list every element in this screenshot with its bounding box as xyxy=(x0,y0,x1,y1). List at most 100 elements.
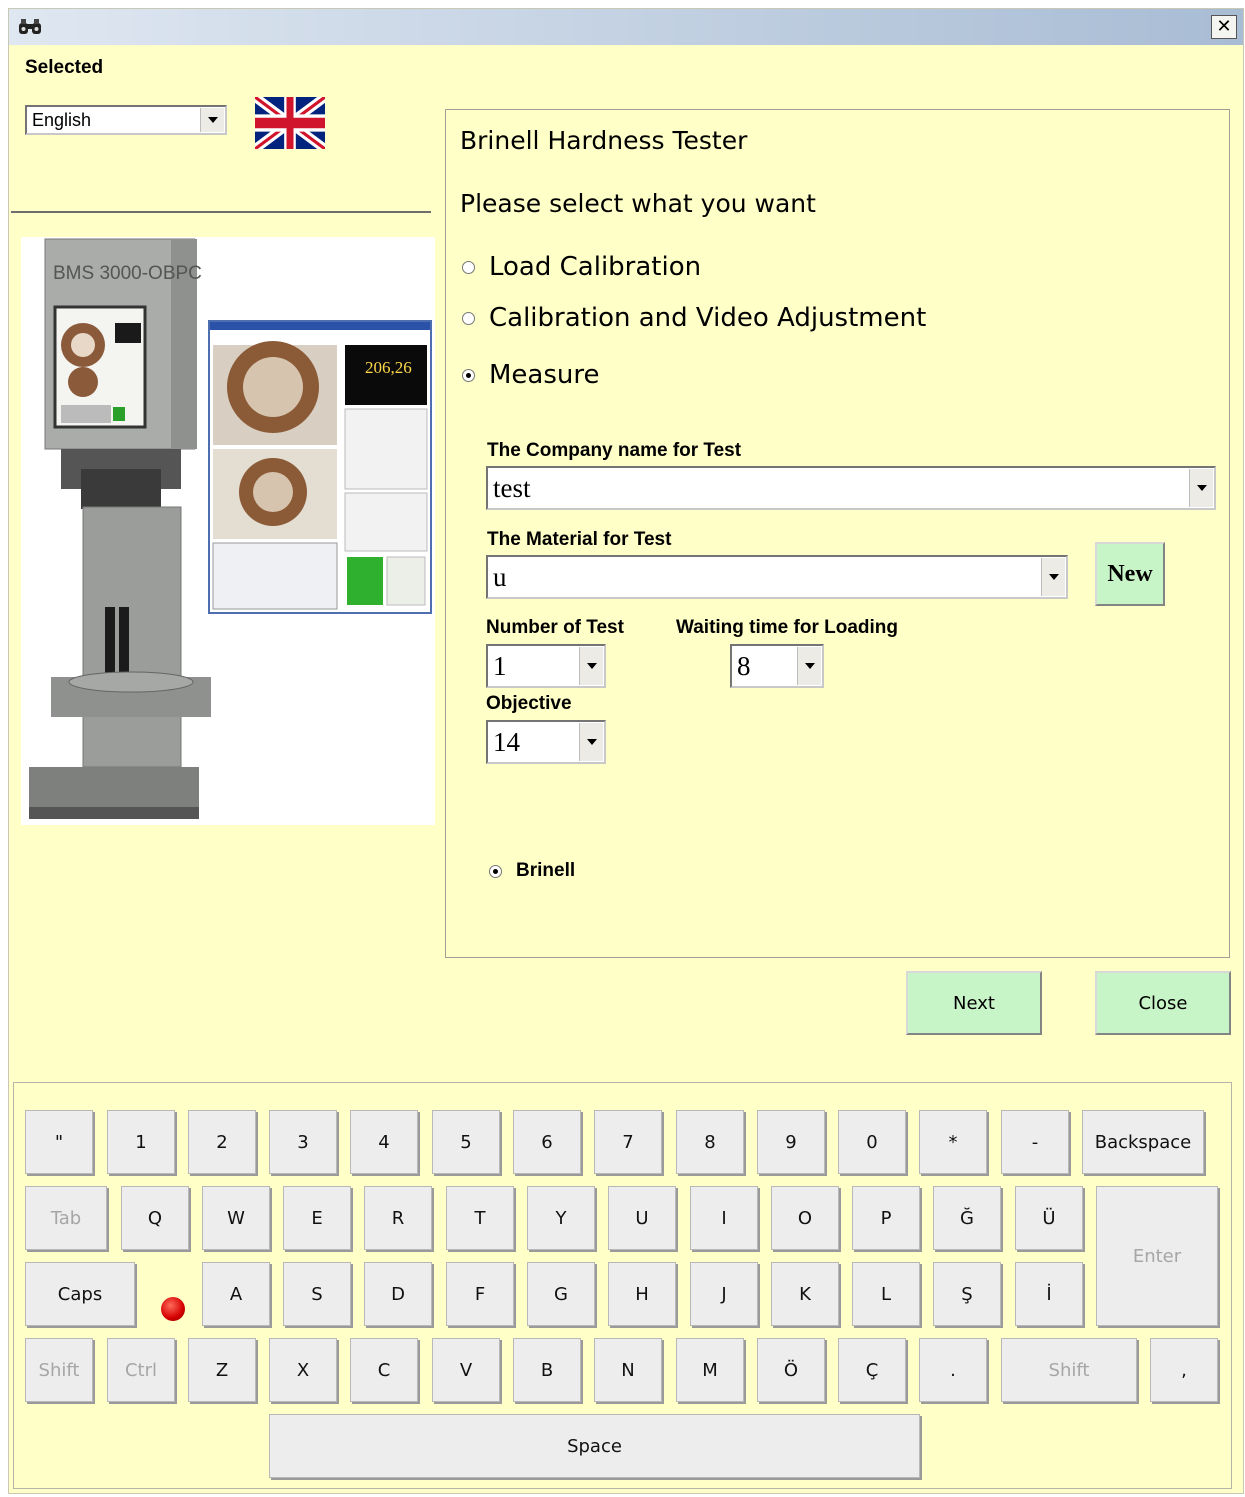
binoculars-icon xyxy=(19,19,41,34)
material-value: u xyxy=(493,561,507,592)
key-q[interactable]: Q xyxy=(121,1186,189,1250)
key-f[interactable]: F xyxy=(446,1262,514,1326)
chevron-down-icon[interactable] xyxy=(1041,558,1065,596)
key-u-umlaut[interactable]: Ü xyxy=(1015,1186,1083,1250)
close-button[interactable]: Close xyxy=(1095,971,1231,1035)
objective-value: 14 xyxy=(493,726,520,757)
key-minus[interactable]: - xyxy=(1001,1110,1069,1174)
key-z[interactable]: Z xyxy=(188,1338,256,1402)
language-select-value: English xyxy=(32,109,92,130)
key-caps[interactable]: Caps xyxy=(25,1262,135,1326)
key-ctrl[interactable]: Ctrl xyxy=(107,1338,175,1402)
key-0[interactable]: 0 xyxy=(838,1110,906,1174)
key-v[interactable]: V xyxy=(432,1338,500,1402)
window-close-button[interactable]: ✕ xyxy=(1211,15,1237,39)
waiting-time-select[interactable]: 8 xyxy=(730,644,824,688)
key-c-cedilla[interactable]: Ç xyxy=(838,1338,906,1402)
key-1[interactable]: 1 xyxy=(107,1110,175,1174)
panel-title: Brinell Hardness Tester xyxy=(460,126,748,155)
key-9[interactable]: 9 xyxy=(757,1110,825,1174)
chevron-down-icon[interactable] xyxy=(797,647,821,685)
key-enter[interactable]: Enter xyxy=(1096,1186,1218,1326)
key-backspace[interactable]: Backspace xyxy=(1082,1110,1204,1174)
radio-brinell[interactable]: Brinell xyxy=(489,860,575,882)
number-of-test-label: Number of Test xyxy=(486,617,624,638)
objective-select[interactable]: 14 xyxy=(486,720,606,764)
radio-circle-selected[interactable] xyxy=(462,368,475,382)
key-w[interactable]: W xyxy=(202,1186,270,1250)
radio-measure[interactable]: Measure xyxy=(462,360,600,390)
model-text: BMS 3000-OBPC xyxy=(53,263,202,284)
options-panel: Brinell Hardness Tester Please select wh… xyxy=(445,109,1230,958)
chevron-down-icon[interactable] xyxy=(1189,469,1213,507)
key-g[interactable]: G xyxy=(527,1262,595,1326)
key-7[interactable]: 7 xyxy=(594,1110,662,1174)
key-shift-left[interactable]: Shift xyxy=(25,1338,93,1402)
key-o[interactable]: O xyxy=(771,1186,839,1250)
radio-load-calibration[interactable]: Load Calibration xyxy=(462,252,701,282)
language-select[interactable]: English xyxy=(25,105,227,135)
key-u[interactable]: U xyxy=(608,1186,676,1250)
key-y[interactable]: Y xyxy=(527,1186,595,1250)
key-s-cedilla[interactable]: Ş xyxy=(933,1262,1001,1326)
key-2[interactable]: 2 xyxy=(188,1110,256,1174)
uk-flag-icon xyxy=(255,97,325,149)
key-k[interactable]: K xyxy=(771,1262,839,1326)
number-of-test-select[interactable]: 1 xyxy=(486,644,606,688)
material-label: The Material for Test xyxy=(487,529,672,550)
key-4[interactable]: 4 xyxy=(350,1110,418,1174)
key-n[interactable]: N xyxy=(594,1338,662,1402)
key-a[interactable]: A xyxy=(202,1262,270,1326)
radio-load-calibration-label: Load Calibration xyxy=(489,252,702,282)
chevron-down-icon[interactable] xyxy=(579,723,603,761)
radio-circle[interactable] xyxy=(462,311,475,325)
key-space[interactable]: Space xyxy=(269,1414,920,1478)
key-period[interactable]: . xyxy=(919,1338,987,1402)
chevron-down-icon[interactable] xyxy=(579,647,603,685)
chevron-down-icon[interactable] xyxy=(200,108,224,132)
waiting-time-label: Waiting time for Loading xyxy=(676,617,898,638)
number-of-test-value: 1 xyxy=(493,650,507,681)
key-o-umlaut[interactable]: Ö xyxy=(757,1338,825,1402)
key-e[interactable]: E xyxy=(283,1186,351,1250)
key-quote[interactable]: " xyxy=(25,1110,93,1174)
key-3[interactable]: 3 xyxy=(269,1110,337,1174)
title-bar: ✕ xyxy=(9,9,1243,45)
new-material-button[interactable]: New xyxy=(1095,542,1165,606)
key-p[interactable]: P xyxy=(852,1186,920,1250)
key-t[interactable]: T xyxy=(446,1186,514,1250)
radio-measure-label: Measure xyxy=(489,360,600,390)
key-5[interactable]: 5 xyxy=(432,1110,500,1174)
radio-circle-selected[interactable] xyxy=(489,864,502,878)
main-window: ✕ Selected English BMS 3000-OBPC 206,26 … xyxy=(8,8,1244,1494)
key-6[interactable]: 6 xyxy=(513,1110,581,1174)
key-r[interactable]: R xyxy=(364,1186,432,1250)
key-j[interactable]: J xyxy=(690,1262,758,1326)
company-select[interactable]: test xyxy=(486,466,1216,510)
caps-lock-indicator-icon xyxy=(161,1297,185,1321)
radio-circle[interactable] xyxy=(462,260,475,274)
key-c[interactable]: C xyxy=(350,1338,418,1402)
objective-label: Objective xyxy=(486,693,572,714)
key-h[interactable]: H xyxy=(608,1262,676,1326)
key-b[interactable]: B xyxy=(513,1338,581,1402)
key-s[interactable]: S xyxy=(283,1262,351,1326)
key-tab[interactable]: Tab xyxy=(25,1186,107,1250)
key-d[interactable]: D xyxy=(364,1262,432,1326)
key-shift-right[interactable]: Shift xyxy=(1001,1338,1137,1402)
radio-calibration-video[interactable]: Calibration and Video Adjustment xyxy=(462,303,926,333)
material-select[interactable]: u xyxy=(486,555,1068,599)
key-x[interactable]: X xyxy=(269,1338,337,1402)
key-asterisk[interactable]: * xyxy=(919,1110,987,1174)
key-m[interactable]: M xyxy=(676,1338,744,1402)
machine-image: BMS 3000-OBPC 206,26 xyxy=(21,237,435,825)
key-g-breve[interactable]: Ğ xyxy=(933,1186,1001,1250)
key-i-dot[interactable]: İ xyxy=(1015,1262,1083,1326)
next-button[interactable]: Next xyxy=(906,971,1042,1035)
key-comma[interactable]: , xyxy=(1150,1338,1218,1402)
key-8[interactable]: 8 xyxy=(676,1110,744,1174)
key-i[interactable]: I xyxy=(690,1186,758,1250)
radio-brinell-label: Brinell xyxy=(516,860,576,881)
key-l[interactable]: L xyxy=(852,1262,920,1326)
screen-reading-text: 206,26 xyxy=(365,358,412,377)
